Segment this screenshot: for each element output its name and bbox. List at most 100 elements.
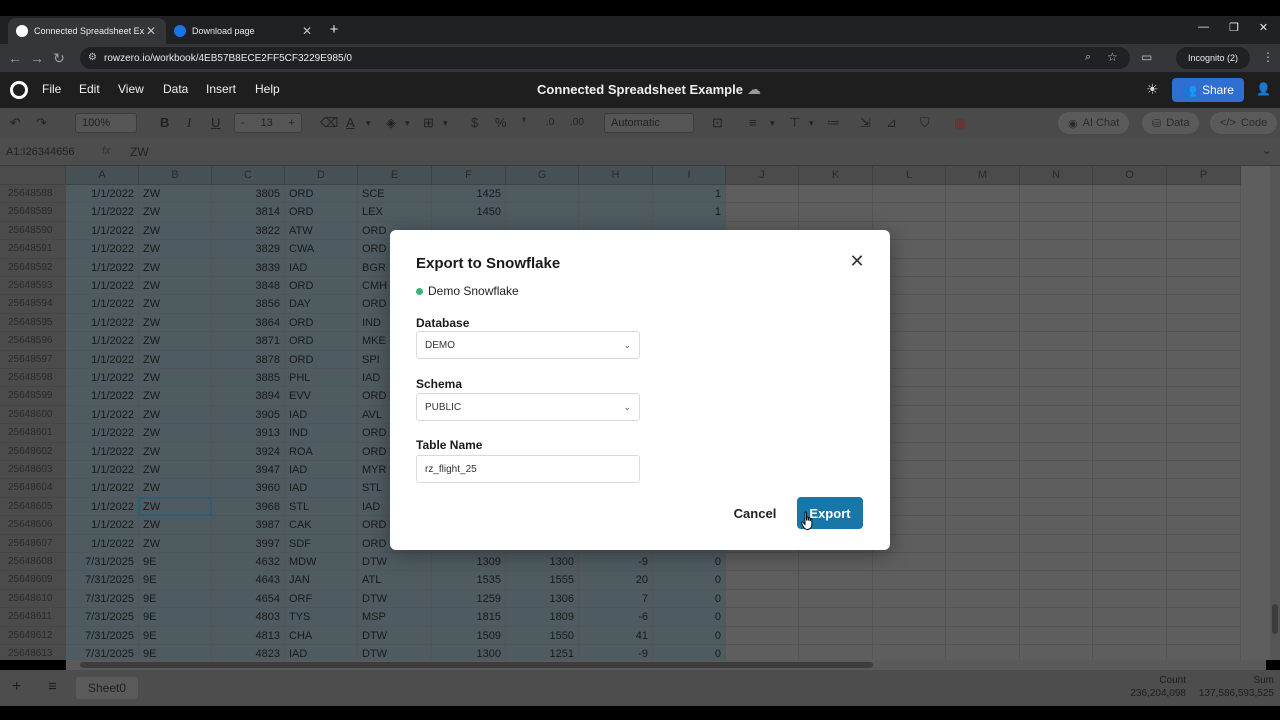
table-cell[interactable]: 3885 xyxy=(212,369,285,388)
table-cell[interactable] xyxy=(873,185,946,204)
table-cell[interactable] xyxy=(946,424,1020,443)
table-cell[interactable]: 0 xyxy=(653,645,726,660)
row-header[interactable]: 25648608 xyxy=(0,553,66,572)
table-cell[interactable] xyxy=(1020,350,1093,369)
column-header-a[interactable]: A xyxy=(66,166,139,185)
table-cell[interactable] xyxy=(1093,497,1167,517)
table-cell[interactable]: 1309 xyxy=(432,553,506,572)
table-cell[interactable] xyxy=(946,221,1020,241)
row-header[interactable]: 25648590 xyxy=(0,221,66,241)
filter-icon[interactable]: ⛉ xyxy=(920,115,930,131)
number-format-select[interactable]: Automatic ▾ xyxy=(604,113,694,133)
table-cell[interactable]: 1/1/2022 xyxy=(66,405,139,425)
table-cell[interactable]: 3894 xyxy=(212,387,285,406)
column-header-d[interactable]: D xyxy=(285,166,358,185)
table-cell[interactable] xyxy=(799,608,873,627)
table-cell[interactable] xyxy=(799,571,873,590)
table-cell[interactable]: 1/1/2022 xyxy=(66,424,139,443)
table-cell[interactable]: 1/1/2022 xyxy=(66,221,139,241)
table-cell[interactable] xyxy=(946,258,1020,277)
table-cell[interactable] xyxy=(873,608,946,627)
table-cell[interactable]: 1/1/2022 xyxy=(66,369,139,388)
table-cell[interactable] xyxy=(946,553,1020,572)
table-cell[interactable]: 3856 xyxy=(212,295,285,314)
percent-button[interactable]: % xyxy=(495,115,507,130)
table-cell[interactable] xyxy=(946,571,1020,590)
decrease-font-button[interactable]: - xyxy=(241,117,245,129)
table-cell[interactable] xyxy=(726,203,799,222)
table-cell[interactable]: ZW xyxy=(139,479,212,498)
row-header[interactable]: 25648598 xyxy=(0,369,66,388)
table-cell[interactable] xyxy=(1020,369,1093,388)
table-cell[interactable] xyxy=(1020,240,1093,259)
table-cell[interactable] xyxy=(1093,608,1167,627)
table-cell[interactable]: 0 xyxy=(653,589,726,609)
table-cell[interactable]: -6 xyxy=(579,608,653,627)
table-cell[interactable]: -9 xyxy=(579,645,653,660)
table-cell[interactable]: ZW xyxy=(139,258,212,277)
table-cell[interactable] xyxy=(946,350,1020,369)
table-cell[interactable] xyxy=(506,185,579,204)
table-cell[interactable] xyxy=(946,645,1020,660)
table-cell[interactable] xyxy=(1093,461,1167,480)
table-cell[interactable] xyxy=(946,516,1020,535)
table-cell[interactable] xyxy=(1167,626,1241,645)
table-cell[interactable] xyxy=(726,553,799,572)
table-cell[interactable] xyxy=(946,369,1020,388)
table-cell[interactable] xyxy=(726,608,799,627)
table-cell[interactable]: ZW xyxy=(139,350,212,369)
table-cell[interactable] xyxy=(1020,442,1093,461)
table-cell[interactable] xyxy=(799,203,873,222)
table-cell[interactable]: 20 xyxy=(579,571,653,590)
table-cell[interactable] xyxy=(1093,571,1167,590)
table-cell[interactable]: 1/1/2022 xyxy=(66,240,139,259)
clear-format-icon[interactable]: ⌫ xyxy=(320,115,338,131)
column-header-g[interactable]: G xyxy=(506,166,579,185)
table-cell[interactable] xyxy=(1093,553,1167,572)
zoom-icon[interactable]: ⌕ xyxy=(1085,51,1091,64)
table-cell[interactable] xyxy=(1167,185,1241,204)
row-header[interactable]: 25648604 xyxy=(0,479,66,498)
table-cell[interactable] xyxy=(946,313,1020,333)
forward-icon[interactable]: → xyxy=(26,50,48,66)
row-header[interactable]: 25648606 xyxy=(0,516,66,535)
table-cell[interactable] xyxy=(1020,461,1093,480)
database-select[interactable]: DEMO ⌄ xyxy=(416,331,640,359)
table-cell[interactable] xyxy=(579,203,653,222)
borders-icon[interactable]: ⊞ xyxy=(423,115,434,131)
table-cell[interactable]: IAD xyxy=(285,645,358,660)
table-cell[interactable] xyxy=(946,442,1020,461)
table-cell[interactable]: ZW xyxy=(139,185,212,204)
table-cell[interactable]: TYS xyxy=(285,608,358,627)
table-cell[interactable]: ZW xyxy=(139,442,212,461)
table-cell[interactable]: 9E xyxy=(139,589,212,609)
table-cell[interactable]: 1/1/2022 xyxy=(66,277,139,296)
table-cell[interactable]: 1815 xyxy=(432,608,506,627)
table-cell[interactable] xyxy=(946,295,1020,314)
table-cell[interactable]: ZW xyxy=(139,221,212,241)
table-cell[interactable] xyxy=(1020,313,1093,333)
table-cell[interactable]: 3878 xyxy=(212,350,285,369)
row-header[interactable]: 25648594 xyxy=(0,295,66,314)
table-cell[interactable] xyxy=(1020,608,1093,627)
table-cell[interactable]: DAY xyxy=(285,295,358,314)
redo-icon[interactable]: ↷ xyxy=(36,115,47,131)
table-cell[interactable]: ROA xyxy=(285,442,358,461)
table-cell[interactable]: 3924 xyxy=(212,442,285,461)
column-header-j[interactable]: J xyxy=(726,166,799,185)
table-cell[interactable] xyxy=(1093,258,1167,277)
table-cell[interactable]: STL xyxy=(285,497,358,517)
table-cell[interactable] xyxy=(1093,626,1167,645)
table-cell[interactable]: 3987 xyxy=(212,516,285,535)
table-cell[interactable] xyxy=(946,479,1020,498)
table-cell[interactable] xyxy=(1020,553,1093,572)
table-cell[interactable] xyxy=(1167,534,1241,553)
increase-font-button[interactable]: + xyxy=(289,117,295,129)
table-cell[interactable]: IAD xyxy=(285,479,358,498)
sheet-list-icon[interactable]: ≡ xyxy=(48,678,57,695)
table-cell[interactable]: ZW xyxy=(139,534,212,553)
table-cell[interactable]: IAD xyxy=(285,405,358,425)
table-cell[interactable]: CWA xyxy=(285,240,358,259)
table-cell[interactable]: 1/1/2022 xyxy=(66,350,139,369)
table-cell[interactable] xyxy=(1167,497,1241,517)
